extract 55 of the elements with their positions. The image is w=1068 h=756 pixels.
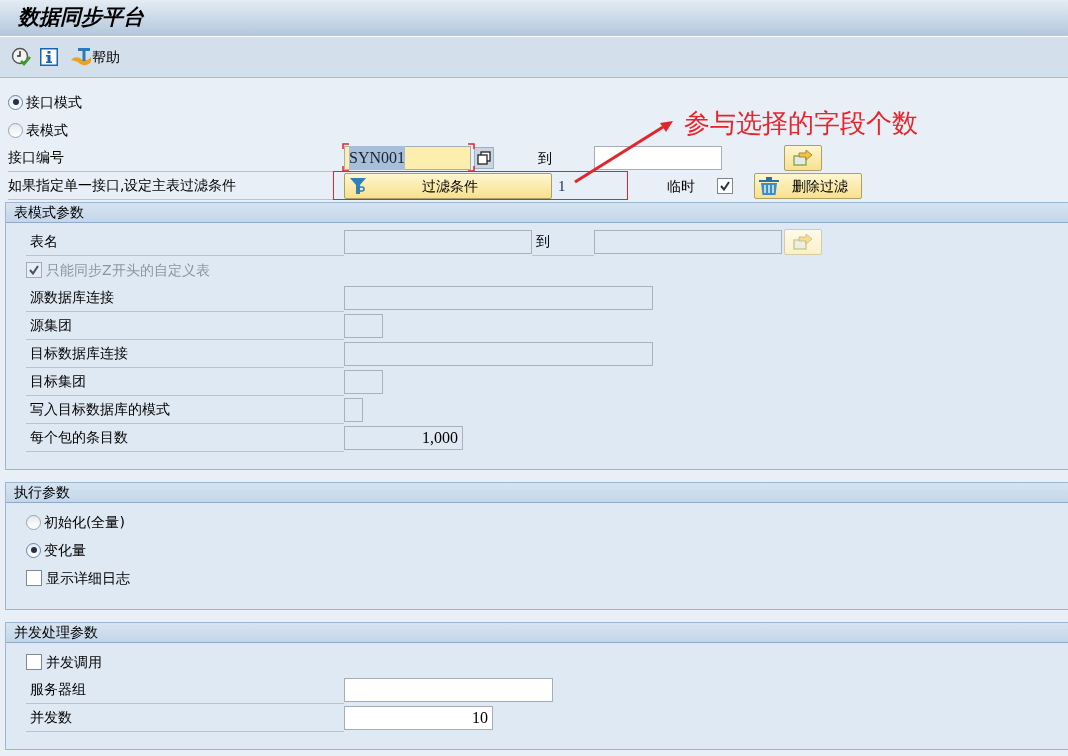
checkbox-label: 显示详细日志 — [46, 568, 130, 588]
field-label: 目标集团 — [30, 372, 86, 391]
checkmark-icon — [29, 265, 39, 275]
field-label: 并发数 — [30, 708, 72, 727]
checkbox[interactable] — [717, 178, 733, 194]
field-label: 源数据库连接 — [30, 288, 114, 307]
radio-button[interactable] — [26, 514, 41, 530]
field-label: 每个包的条目数 — [30, 428, 128, 447]
radio-label: 接口模式 — [26, 92, 82, 112]
copy-icon — [477, 151, 491, 165]
input-field[interactable] — [344, 678, 553, 702]
filter-icon — [349, 177, 367, 195]
help-icon — [70, 47, 92, 67]
input-field[interactable] — [594, 146, 722, 170]
delete-filter-button[interactable]: 删除过滤 — [754, 173, 862, 199]
checkbox-label: 只能同步Z开头的自定义表 — [46, 260, 210, 280]
field-label: 服务器组 — [30, 680, 86, 699]
radio-button[interactable] — [26, 542, 41, 558]
radio-label: 初始化(全量) — [44, 512, 125, 532]
field-label: 到 — [536, 232, 550, 251]
checkbox-label: 并发调用 — [46, 652, 102, 672]
copy-button[interactable] — [474, 147, 494, 169]
checkbox[interactable] — [26, 570, 42, 586]
field-label: 源集团 — [30, 316, 72, 335]
info-icon — [40, 48, 58, 66]
input-field[interactable]: SYN001 — [344, 146, 471, 170]
to-label: 到 — [538, 148, 552, 168]
window-title: 数据同步平台 — [18, 4, 144, 32]
temporary-label: 临时 — [667, 176, 695, 196]
field-label: 目标数据库连接 — [30, 344, 128, 363]
section-title: 执行参数 — [14, 483, 70, 502]
info-button[interactable] — [40, 48, 58, 66]
radio-label: 表模式 — [26, 120, 68, 140]
arrow-into-box-icon — [793, 149, 813, 167]
filter-count: 1 — [558, 176, 566, 196]
radio-button[interactable] — [8, 94, 23, 110]
filter-button[interactable]: 过滤条件 — [344, 173, 552, 199]
field-label: 表名 — [30, 232, 58, 251]
field-label: 如果指定单一接口,设定主表过滤条件 — [8, 176, 237, 195]
section-title: 并发处理参数 — [14, 623, 98, 642]
checkbox[interactable] — [26, 654, 42, 670]
radio-button[interactable] — [8, 122, 23, 138]
clock-check-icon — [11, 47, 31, 67]
execute-button[interactable] — [11, 47, 31, 67]
annotation-text: 参与选择的字段个数 — [684, 107, 918, 140]
field-label: 接口编号 — [8, 148, 64, 167]
section-title: 表模式参数 — [14, 203, 84, 222]
trash-icon — [758, 176, 780, 196]
checkmark-icon — [720, 181, 730, 191]
field-label: 写入目标数据库的模式 — [30, 400, 170, 419]
help-button[interactable]: 帮助 — [70, 46, 120, 68]
input-field[interactable]: 10 — [344, 706, 493, 730]
arrow-into-box-icon — [793, 233, 813, 251]
radio-label: 变化量 — [44, 540, 86, 560]
multiple-selection-button[interactable] — [784, 145, 822, 171]
